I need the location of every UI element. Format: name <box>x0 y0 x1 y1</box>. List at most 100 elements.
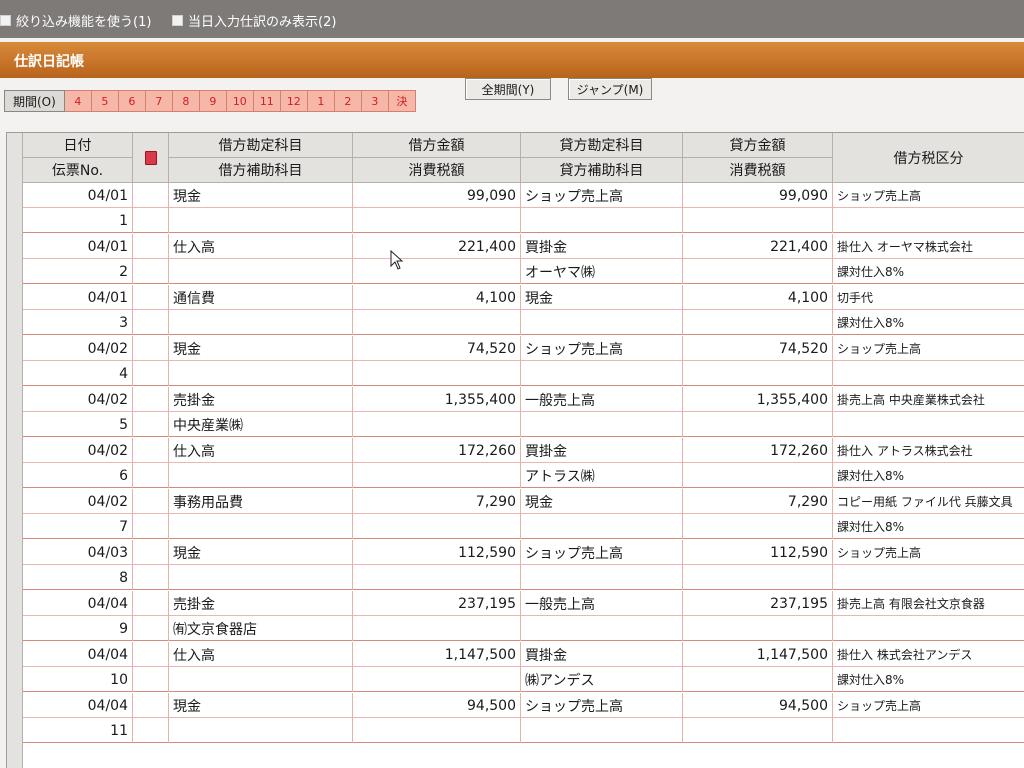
cell-no[interactable]: 2 <box>23 259 133 284</box>
cell-attachment[interactable] <box>133 565 169 590</box>
cell-debit-tax[interactable] <box>353 361 521 386</box>
cell-no[interactable]: 8 <box>23 565 133 590</box>
cell-credit-sub[interactable] <box>521 361 683 386</box>
cell-credit-tax[interactable] <box>683 718 833 743</box>
month-tab[interactable]: 8 <box>172 90 200 112</box>
cell-debit-account[interactable]: 仕入高 <box>169 642 353 667</box>
cell-debit-account[interactable]: 現金 <box>169 336 353 361</box>
cell-credit-sub[interactable] <box>521 616 683 641</box>
cell-debit-tax[interactable] <box>353 514 521 539</box>
table-row[interactable]: 04/01 仕入高 221,400 買掛金 221,400 掛仕入 オーヤマ株式会社 2 オー… <box>23 234 1024 285</box>
cell-credit-tax[interactable] <box>683 463 833 488</box>
cell-date[interactable]: 04/02 <box>23 336 133 361</box>
cell-credit-sub[interactable] <box>521 718 683 743</box>
cell-credit-amount[interactable]: 1,147,500 <box>683 642 833 667</box>
cell-debit-tax[interactable] <box>353 565 521 590</box>
cell-debit-amount[interactable]: 4,100 <box>353 285 521 310</box>
cell-attachment[interactable] <box>133 183 169 208</box>
month-tab-closing[interactable]: 決 <box>388 90 416 112</box>
cell-tax-class[interactable]: ショップ売上高 <box>833 183 1024 208</box>
cell-no[interactable]: 10 <box>23 667 133 692</box>
table-row[interactable]: 04/03 現金 112,590 ショップ売上高 112,590 ショップ売上高 8 <box>23 540 1024 591</box>
cell-credit-account[interactable]: ショップ売上高 <box>521 183 683 208</box>
today-only-option[interactable]: 当日入力仕訳のみ表示(2) <box>172 10 336 30</box>
cell-attachment[interactable] <box>133 412 169 437</box>
today-only-checkbox[interactable] <box>172 14 183 26</box>
cell-credit-tax[interactable] <box>683 361 833 386</box>
cell-credit-account[interactable]: 買掛金 <box>521 438 683 463</box>
cell-tax-class[interactable]: 切手代 <box>833 285 1024 310</box>
month-tab[interactable]: 2 <box>334 90 362 112</box>
column-header-debit-account[interactable]: 借方勘定科目 <box>169 133 353 158</box>
cell-credit-account[interactable]: ショップ売上高 <box>521 336 683 361</box>
cell-credit-sub[interactable]: オーヤマ㈱ <box>521 259 683 284</box>
cell-attachment[interactable] <box>133 259 169 284</box>
cell-credit-tax[interactable] <box>683 310 833 335</box>
cell-debit-amount[interactable]: 237,195 <box>353 591 521 616</box>
cell-tax-class2[interactable]: 課対仕入8% <box>833 310 1024 335</box>
cell-tax-class2[interactable] <box>833 208 1024 233</box>
cell-tax-class[interactable]: ショップ売上高 <box>833 336 1024 361</box>
month-tab[interactable]: 5 <box>91 90 119 112</box>
cell-credit-sub[interactable] <box>521 412 683 437</box>
cell-no[interactable]: 5 <box>23 412 133 437</box>
cell-credit-amount[interactable]: 74,520 <box>683 336 833 361</box>
cell-tax-class[interactable]: 掛売上高 中央産業株式会社 <box>833 387 1024 412</box>
cell-attachment[interactable] <box>133 489 169 514</box>
cell-debit-tax[interactable] <box>353 208 521 233</box>
cell-debit-amount[interactable]: 112,590 <box>353 540 521 565</box>
column-header-credit-account[interactable]: 貸方勘定科目 <box>521 133 683 158</box>
month-tab[interactable]: 4 <box>64 90 92 112</box>
cell-credit-sub[interactable] <box>521 310 683 335</box>
cell-debit-account[interactable]: 事務用品費 <box>169 489 353 514</box>
cell-tax-class[interactable]: ショップ売上高 <box>833 540 1024 565</box>
cell-tax-class2[interactable]: 課対仕入8% <box>833 259 1024 284</box>
cell-debit-sub[interactable]: 中央産業㈱ <box>169 412 353 437</box>
cell-date[interactable]: 04/01 <box>23 234 133 259</box>
cell-date[interactable]: 04/03 <box>23 540 133 565</box>
cell-tax-class[interactable]: 掛売上高 有限会社文京食器 <box>833 591 1024 616</box>
cell-tax-class[interactable]: 掛仕入 アトラス株式会社 <box>833 438 1024 463</box>
cell-debit-sub[interactable] <box>169 718 353 743</box>
filter-option[interactable]: 絞り込み機能を使う(1) <box>0 10 151 30</box>
cell-attachment[interactable] <box>133 208 169 233</box>
table-row[interactable]: 04/02 現金 74,520 ショップ売上高 74,520 ショップ売上高 4 <box>23 336 1024 387</box>
cell-credit-account[interactable]: 現金 <box>521 285 683 310</box>
cell-no[interactable]: 7 <box>23 514 133 539</box>
cell-attachment[interactable] <box>133 514 169 539</box>
cell-credit-amount[interactable]: 94,500 <box>683 693 833 718</box>
cell-tax-class[interactable]: ショップ売上高 <box>833 693 1024 718</box>
cell-tax-class2[interactable]: 課対仕入8% <box>833 463 1024 488</box>
cell-debit-amount[interactable]: 1,355,400 <box>353 387 521 412</box>
cell-attachment[interactable] <box>133 438 169 463</box>
cell-credit-amount[interactable]: 237,195 <box>683 591 833 616</box>
cell-attachment[interactable] <box>133 285 169 310</box>
cell-credit-sub[interactable]: アトラス㈱ <box>521 463 683 488</box>
cell-debit-amount[interactable]: 99,090 <box>353 183 521 208</box>
cell-debit-amount[interactable]: 1,147,500 <box>353 642 521 667</box>
cell-attachment[interactable] <box>133 642 169 667</box>
cell-debit-amount[interactable]: 172,260 <box>353 438 521 463</box>
table-row[interactable]: 04/04 売掛金 237,195 一般売上高 237,195 掛売上高 有限会社文京食器… <box>23 591 1024 642</box>
column-header-credit-sub-account[interactable]: 貸方補助科目 <box>521 158 683 183</box>
cell-debit-sub[interactable] <box>169 361 353 386</box>
cell-credit-account[interactable]: 一般売上高 <box>521 387 683 412</box>
cell-credit-account[interactable]: 一般売上高 <box>521 591 683 616</box>
cell-credit-tax[interactable] <box>683 514 833 539</box>
cell-credit-tax[interactable] <box>683 208 833 233</box>
cell-tax-class2[interactable]: 課対仕入8% <box>833 514 1024 539</box>
column-header-consumption-tax[interactable]: 消費税額 <box>353 158 521 183</box>
column-header-debit-tax-class[interactable]: 借方税区分 <box>833 133 1024 183</box>
cell-no[interactable]: 6 <box>23 463 133 488</box>
cell-debit-sub[interactable] <box>169 208 353 233</box>
cell-debit-sub[interactable] <box>169 463 353 488</box>
cell-credit-amount[interactable]: 221,400 <box>683 234 833 259</box>
cell-credit-tax[interactable] <box>683 565 833 590</box>
cell-credit-account[interactable]: ショップ売上高 <box>521 540 683 565</box>
cell-credit-tax[interactable] <box>683 412 833 437</box>
cell-debit-account[interactable]: 通信費 <box>169 285 353 310</box>
cell-tax-class[interactable]: 掛仕入 株式会社アンデス <box>833 642 1024 667</box>
table-row[interactable]: 04/02 仕入高 172,260 買掛金 172,260 掛仕入 アトラス株式会社 6 アト… <box>23 438 1024 489</box>
cell-attachment[interactable] <box>133 667 169 692</box>
cell-debit-amount[interactable]: 7,290 <box>353 489 521 514</box>
